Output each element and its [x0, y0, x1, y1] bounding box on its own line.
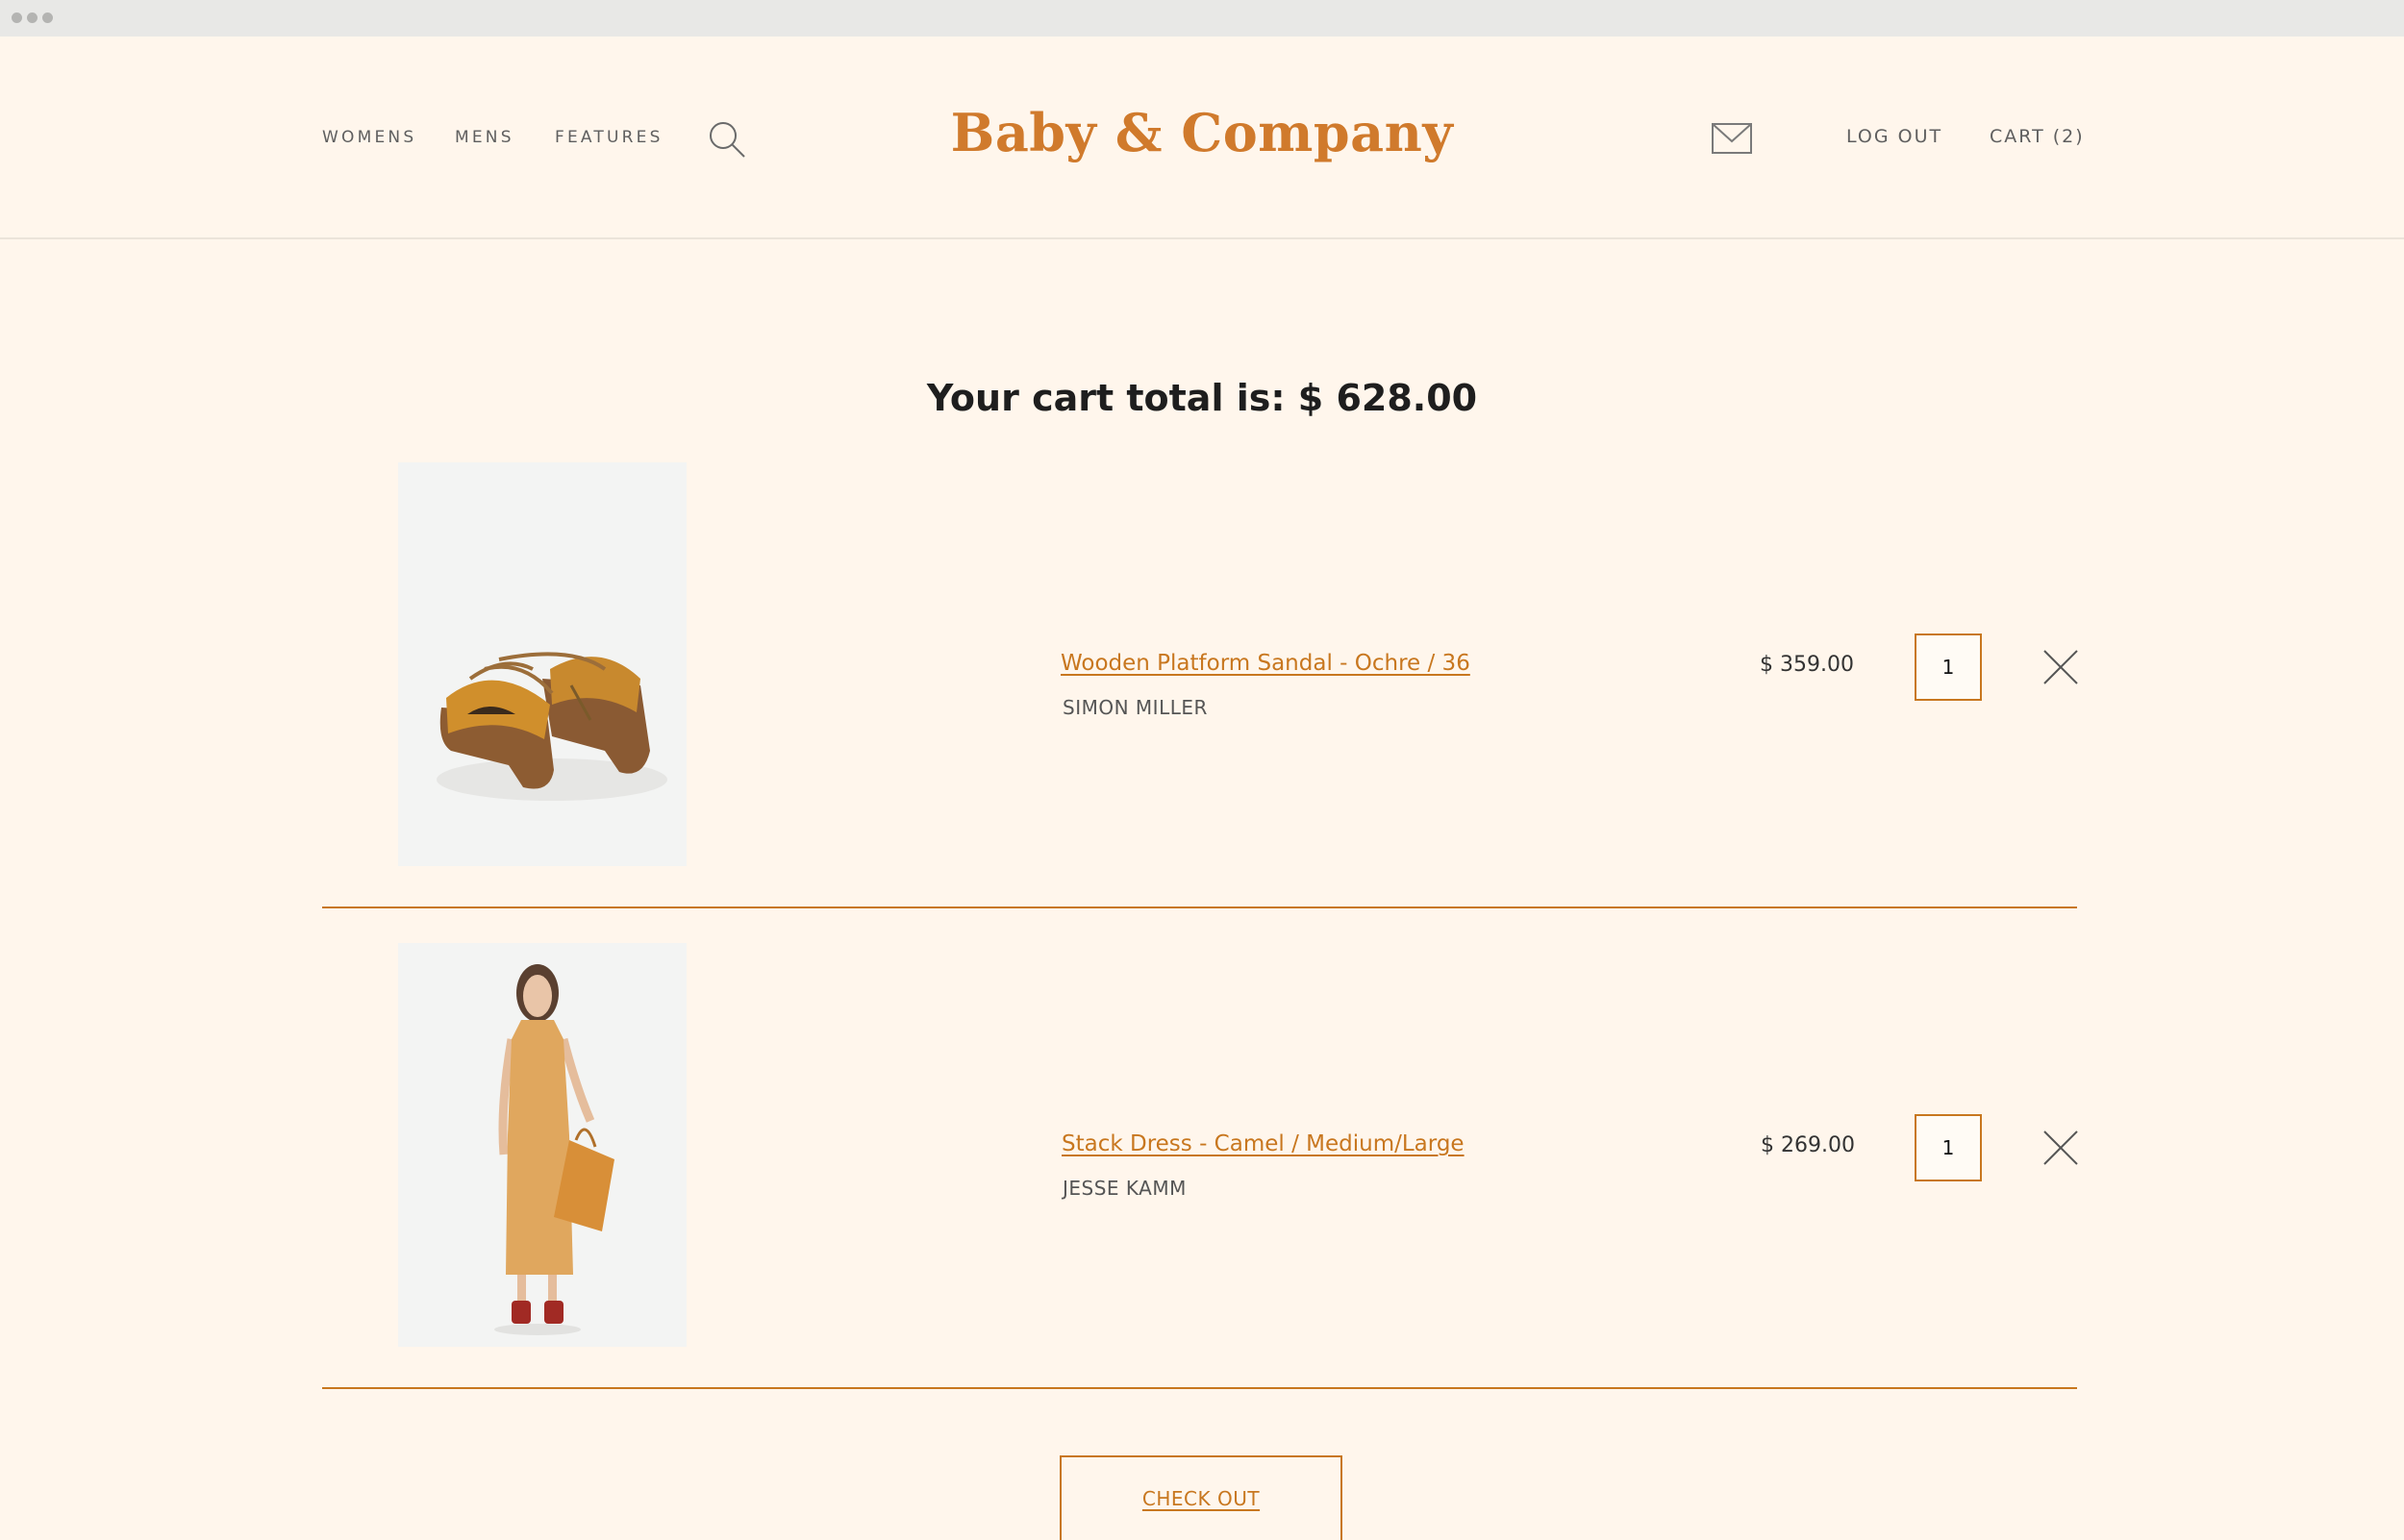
close-icon[interactable] — [2042, 1130, 2079, 1166]
window-dot[interactable] — [12, 12, 22, 23]
window-dot[interactable] — [27, 12, 38, 23]
nav-mens[interactable]: MENS — [455, 128, 514, 147]
mail-icon[interactable] — [1712, 123, 1752, 154]
product-link[interactable]: Wooden Platform Sandal - Ochre / 36 — [1061, 651, 1470, 676]
product-link[interactable]: Stack Dress - Camel / Medium/Large — [1062, 1131, 1465, 1156]
product-price: $ 269.00 — [1761, 1133, 1855, 1157]
site-header: WOMENS MENS FEATURES Baby & Company LOG … — [0, 37, 2404, 239]
cart-link[interactable]: CART (2) — [1990, 126, 2085, 147]
product-brand: SIMON MILLER — [1063, 696, 1208, 719]
product-image-dress[interactable] — [398, 943, 687, 1347]
close-icon[interactable] — [2042, 649, 2079, 685]
product-image-sandal[interactable] — [398, 462, 687, 866]
search-icon[interactable] — [707, 119, 747, 160]
item-divider — [322, 1387, 2077, 1389]
item-divider — [322, 907, 2077, 908]
checkout-button[interactable]: CHECK OUT — [1060, 1455, 1342, 1540]
nav-features[interactable]: FEATURES — [555, 128, 664, 147]
product-price: $ 359.00 — [1760, 653, 1854, 677]
window-dot[interactable] — [42, 12, 53, 23]
browser-title-bar — [0, 0, 2404, 37]
window-controls[interactable] — [12, 12, 53, 23]
product-brand: JESSE KAMM — [1063, 1177, 1187, 1200]
cart-item: Wooden Platform Sandal - Ochre / 36 SIMO… — [0, 462, 2404, 866]
cart-item: Stack Dress - Camel / Medium/Large JESSE… — [0, 943, 2404, 1347]
quantity-input[interactable] — [1915, 1114, 1982, 1181]
nav-womens[interactable]: WOMENS — [322, 128, 416, 147]
quantity-input[interactable] — [1915, 633, 1982, 701]
site-logo[interactable]: Baby & Company — [942, 102, 1462, 163]
cart-total-heading: Your cart total is: $ 628.00 — [926, 377, 1478, 419]
logout-link[interactable]: LOG OUT — [1846, 126, 1942, 147]
